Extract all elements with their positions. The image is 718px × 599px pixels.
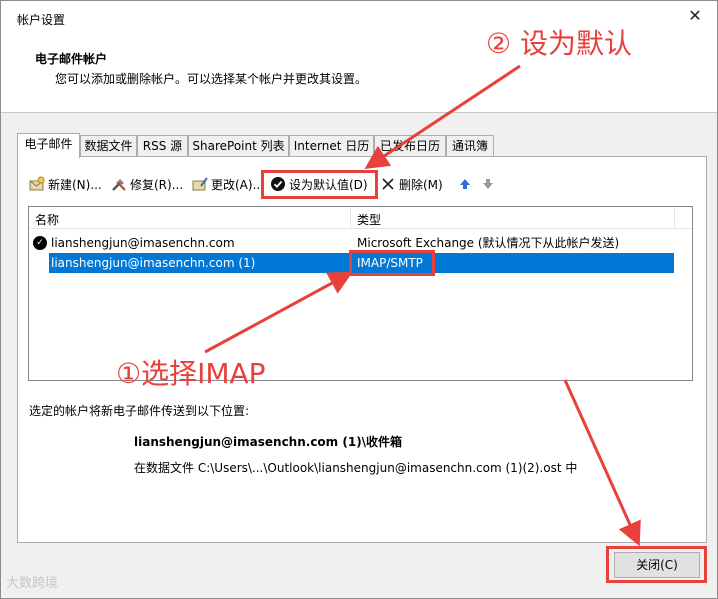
arrow-to-set-default xyxy=(364,64,521,169)
watermark-text: 大数跨境 xyxy=(6,576,59,591)
arrow-to-close xyxy=(563,379,641,547)
arrow-to-imap xyxy=(204,271,353,354)
annotation-step1: ①选择IMAP xyxy=(116,357,266,390)
annotation-step2: ② 设为默认 xyxy=(486,27,633,60)
annotation-arrows xyxy=(204,64,641,547)
tab-email[interactable]: 电子邮件 xyxy=(17,133,80,158)
